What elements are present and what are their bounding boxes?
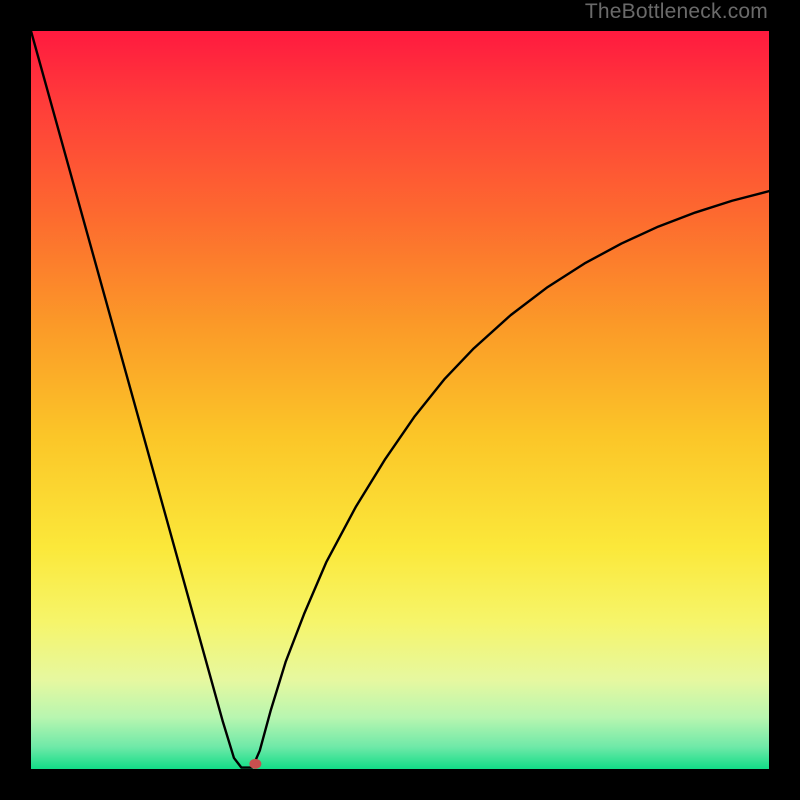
chart-svg bbox=[31, 31, 769, 769]
plot-area bbox=[31, 31, 769, 769]
optimal-marker bbox=[249, 759, 261, 769]
chart-frame: TheBottleneck.com bbox=[0, 0, 800, 800]
gradient-background bbox=[31, 31, 769, 769]
watermark-text: TheBottleneck.com bbox=[585, 0, 768, 24]
